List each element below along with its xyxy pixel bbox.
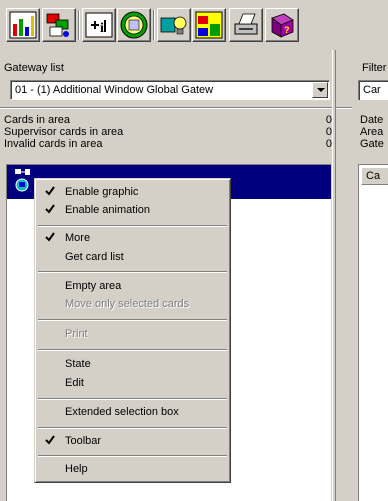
menu-item-toolbar[interactable]: Toolbar [38,432,227,450]
checkmark-icon [45,204,55,214]
menu-item-move-only-selected: Move only selected cards [65,298,190,310]
menu-separator [38,225,227,227]
toolbar-separator [78,10,80,40]
filter-combo-value: Car [363,84,381,96]
cards-button[interactable] [42,8,76,42]
info-icon: i [85,12,113,38]
menu-separator [38,271,227,273]
print-button[interactable] [229,8,263,42]
card-reader-button[interactable] [117,8,151,42]
menu-item-help[interactable]: Help [38,460,227,478]
menu-item-empty-area[interactable]: Empty area [38,277,227,295]
statistics-button[interactable] [6,8,40,42]
divider [0,107,352,109]
menu-item-enable-graphic[interactable]: Enable graphic [38,183,227,201]
date-label: Date [360,114,384,126]
menu-separator [38,455,227,457]
card-list[interactable]: Ca [358,164,388,501]
menu-separator [38,349,227,351]
menu-separator [38,319,227,321]
stat-invalid-cards: Invalid cards in area 0 [4,138,332,151]
checkmark-icon [45,435,55,445]
menu-separator [38,427,227,429]
chevron-down-icon[interactable] [312,82,328,98]
filter-combo[interactable]: Car [358,80,388,100]
statistics-icon [9,11,37,39]
svg-text:i: i [100,21,104,36]
menu-item-print: Print [65,328,88,340]
menu-item-extended-selection-box[interactable]: Extended selection box [38,403,227,421]
map-button[interactable] [192,8,226,42]
toolbar-separator [153,10,155,40]
menu-item-get-card-list[interactable]: Get card list [38,248,227,266]
svg-text:?: ? [284,25,290,35]
menu-item-more[interactable]: More [38,229,227,247]
lightbulb-button[interactable] [157,8,191,42]
card-list-header-label: Ca [366,170,381,182]
gateway-list-label: Gateway list [4,62,64,74]
gateway-combo[interactable]: 01 - (1) Additional Window Global Gatew [10,80,330,100]
filter-label: Filter [362,62,387,74]
lightbulb-icon [160,16,187,35]
menu-item-enable-animation[interactable]: Enable animation [38,201,227,219]
card-list-header[interactable]: Ca [361,167,388,185]
cards-icon [46,13,69,37]
gate-label: Gate [360,138,384,150]
pane-splitter[interactable] [332,50,336,501]
help-button[interactable]: ? [265,8,299,42]
printer-icon [234,13,258,35]
info-button[interactable]: i [82,8,116,42]
map-icon [195,11,223,39]
context-menu: Enable graphic Enable animation More Get… [34,178,231,483]
help-book-icon: ? [271,13,294,38]
stat-label: Cards in area [4,114,71,126]
card-reader-icon [120,11,148,39]
menu-separator [38,398,227,400]
stat-label: Invalid cards in area [4,138,103,150]
checkmark-icon [45,186,55,196]
menu-item-state[interactable]: State [38,355,227,373]
gateway-combo-value: 01 - (1) Additional Window Global Gatew [15,84,214,96]
menu-item-edit[interactable]: Edit [38,374,227,392]
stat-label: Supervisor cards in area [4,126,124,138]
area-label: Area [360,126,384,138]
checkmark-icon [45,232,55,242]
right-pane: Filter Car Date Area Gate Ca [358,50,388,501]
toolbar: i ? [0,0,388,50]
